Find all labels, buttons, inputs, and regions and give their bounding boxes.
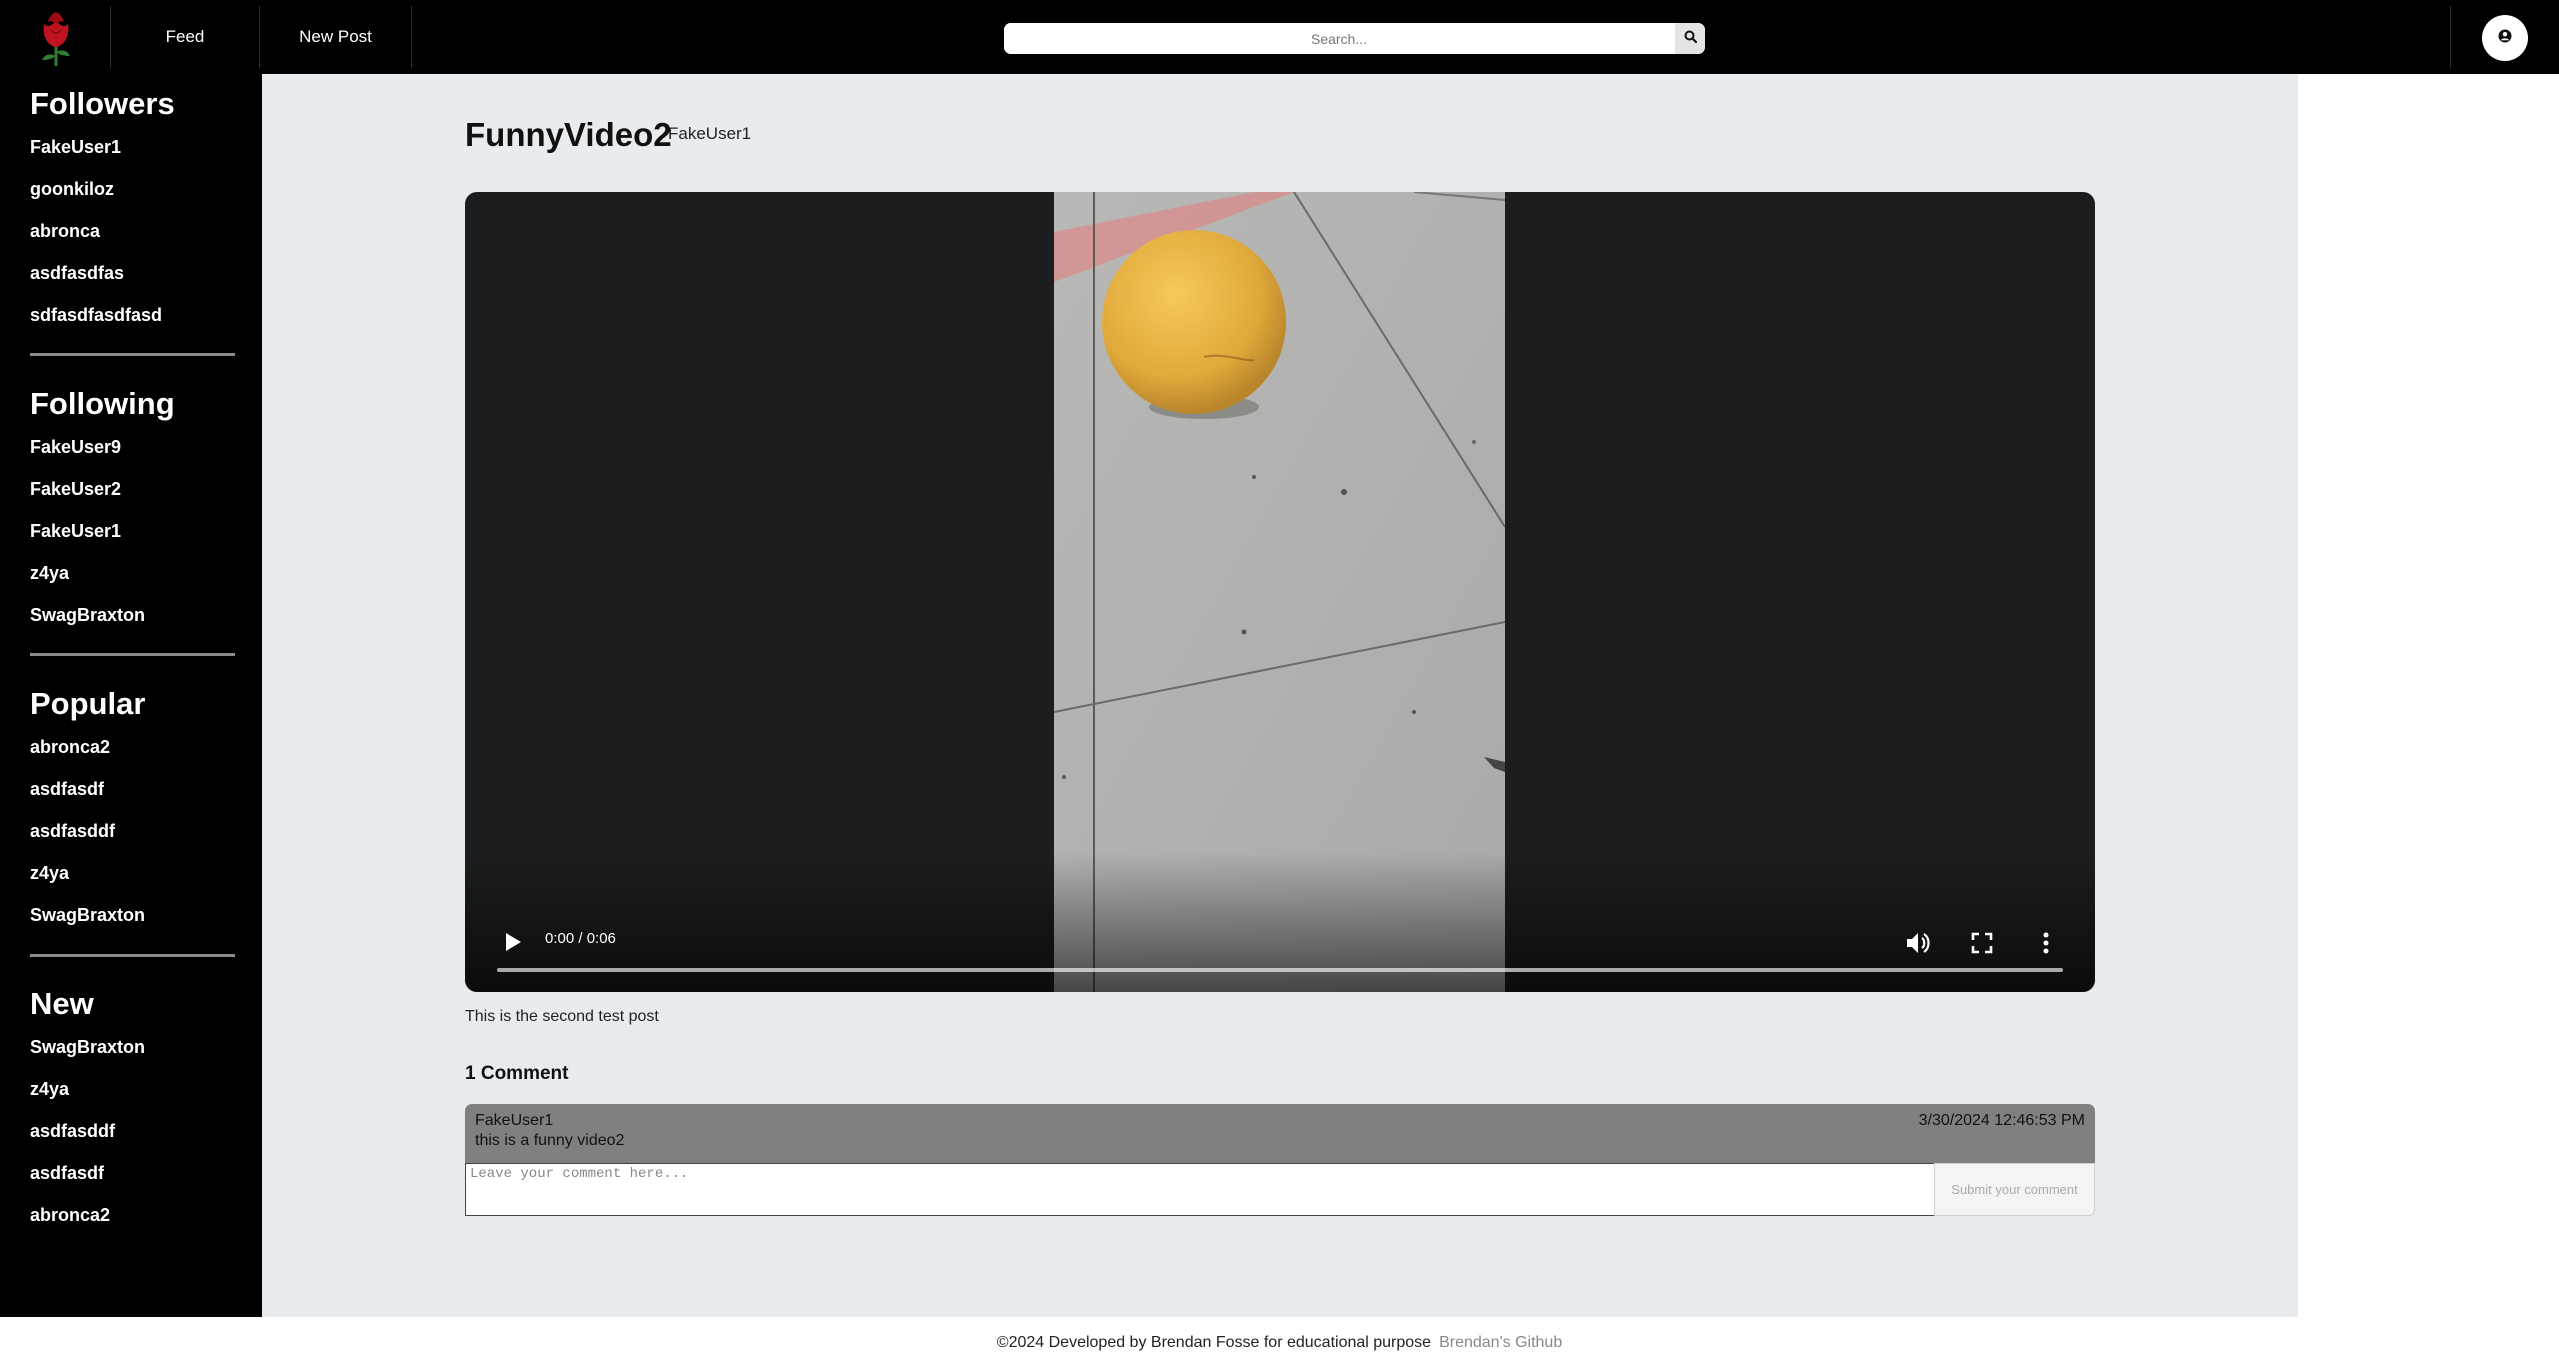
sidebar-user-link[interactable]: FakeUser9 — [30, 434, 235, 476]
sidebar-user-link[interactable]: asdfasdfas — [30, 260, 235, 302]
sidebar: Followers FakeUser1 goonkiloz abronca as… — [0, 74, 262, 1317]
sidebar-user-link[interactable]: SwagBraxton — [30, 1034, 235, 1076]
sidebar-user-link[interactable]: goonkiloz — [30, 176, 235, 218]
followers-list: FakeUser1 goonkiloz abronca asdfasdfas s… — [30, 134, 235, 344]
sidebar-user-link[interactable]: asdfasdf — [30, 1160, 235, 1202]
search-input[interactable] — [1004, 23, 1674, 54]
more-options-icon — [2030, 932, 2062, 963]
profile-button[interactable] — [2482, 15, 2528, 61]
post-author-link[interactable]: FakeUser1 — [668, 124, 751, 144]
sidebar-user-link[interactable]: FakeUser1 — [30, 134, 235, 176]
comment-input[interactable] — [465, 1163, 1935, 1216]
volume-button[interactable] — [1902, 927, 1934, 959]
followers-section: Followers FakeUser1 goonkiloz abronca as… — [30, 84, 235, 344]
post-description: This is the second test post — [465, 1008, 659, 1025]
video-player[interactable]: 0:00 / 0:06 — [465, 192, 2095, 992]
sidebar-user-link[interactable]: z4ya — [30, 560, 235, 602]
sidebar-user-link[interactable]: SwagBraxton — [30, 902, 235, 944]
comment-timestamp: 3/30/2024 12:46:53 PM — [1918, 1112, 2085, 1129]
fullscreen-button[interactable] — [1966, 927, 1998, 959]
following-section: Following FakeUser9 FakeUser2 FakeUser1 … — [30, 384, 235, 644]
sidebar-divider — [30, 954, 235, 957]
search-bar — [1004, 23, 1705, 54]
new-heading: New — [30, 986, 94, 1021]
sidebar-user-link[interactable]: abronca — [30, 218, 235, 260]
search-button[interactable] — [1675, 23, 1705, 54]
sidebar-divider — [30, 653, 235, 656]
post-main: FunnyVideo2 FakeUser1 0:00 / 0:06 This i… — [262, 74, 2298, 1317]
play-button[interactable] — [497, 927, 527, 957]
sidebar-user-link[interactable]: sdfasdfasdfasd — [30, 302, 235, 344]
fullscreen-icon — [1966, 932, 1998, 963]
nav-feed-link[interactable]: Feed — [111, 0, 259, 74]
following-list: FakeUser9 FakeUser2 FakeUser1 z4ya SwagB… — [30, 434, 235, 644]
comment-item: FakeUser1 this is a funny video2 3/30/20… — [465, 1104, 2095, 1164]
rose-logo-icon[interactable] — [20, 6, 92, 68]
sidebar-user-link[interactable]: FakeUser1 — [30, 518, 235, 560]
nav-divider — [411, 6, 412, 68]
new-list: SwagBraxton z4ya asdfasddf asdfasdf abro… — [30, 1034, 235, 1244]
footer-credit: ©2024 Developed by Brendan Fosse for edu… — [996, 1334, 1432, 1351]
sidebar-user-link[interactable]: FakeUser2 — [30, 476, 235, 518]
followers-heading: Followers — [30, 86, 175, 121]
nav-new-post-link[interactable]: New Post — [260, 0, 411, 74]
popular-heading: Popular — [30, 686, 146, 721]
post-title: FunnyVideo2 — [465, 116, 672, 153]
submit-comment-button[interactable]: Submit your comment — [1934, 1163, 2095, 1216]
sidebar-user-link[interactable]: abronca2 — [30, 734, 235, 776]
sidebar-user-link[interactable]: z4ya — [30, 860, 235, 902]
footer: ©2024 Developed by Brendan Fosse for edu… — [0, 1317, 2559, 1368]
search-icon — [1684, 30, 1697, 48]
popular-section: Popular abronca2 asdfasdf asdfasddf z4ya… — [30, 684, 235, 944]
sidebar-user-link[interactable]: z4ya — [30, 1076, 235, 1118]
sidebar-user-link[interactable]: asdfasddf — [30, 1118, 235, 1160]
nav-divider — [2450, 6, 2451, 68]
sidebar-user-link[interactable]: abronca2 — [30, 1202, 235, 1244]
new-section: New SwagBraxton z4ya asdfasddf asdfasdf … — [30, 984, 235, 1244]
sidebar-user-link[interactable]: asdfasddf — [30, 818, 235, 860]
sidebar-divider — [30, 353, 235, 356]
following-heading: Following — [30, 386, 175, 421]
sidebar-user-link[interactable]: SwagBraxton — [30, 602, 235, 644]
play-icon — [497, 933, 527, 961]
github-link[interactable]: Brendan's Github — [1439, 1334, 1562, 1351]
popular-list: abronca2 asdfasdf asdfasddf z4ya SwagBra… — [30, 734, 235, 944]
comment-count: 1 Comment — [465, 1063, 569, 1084]
comment-author[interactable]: FakeUser1 — [475, 1112, 553, 1130]
user-circle-icon — [2498, 29, 2512, 48]
more-options-button[interactable] — [2030, 927, 2062, 959]
comment-text: this is a funny video2 — [475, 1132, 625, 1149]
video-progress-bar[interactable] — [497, 968, 2063, 972]
top-navbar: Feed New Post — [0, 0, 2559, 74]
volume-icon — [1902, 933, 1934, 963]
sidebar-user-link[interactable]: asdfasdf — [30, 776, 235, 818]
video-time: 0:00 / 0:06 — [545, 930, 616, 947]
